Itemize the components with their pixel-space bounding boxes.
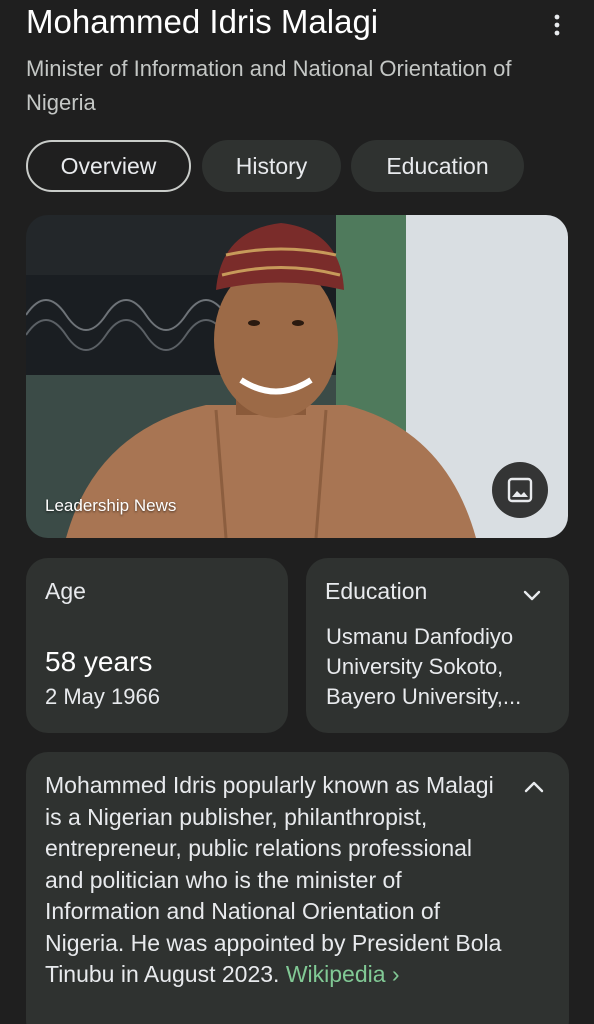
wikipedia-link[interactable]: Wikipedia › bbox=[286, 961, 400, 987]
description-text: Mohammed Idris popularly known as Malagi… bbox=[45, 770, 515, 991]
tab-history[interactable]: History bbox=[202, 140, 341, 192]
tab-overview[interactable]: Overview bbox=[26, 140, 191, 192]
education-value: Usmanu Danfodiyo University Sokoto, Baye… bbox=[326, 624, 522, 709]
tab-history-label: History bbox=[235, 152, 308, 179]
portrait-image bbox=[26, 215, 568, 538]
birth-date: 2 May 1966 bbox=[45, 684, 160, 709]
image-icon bbox=[507, 477, 533, 503]
more-vert-icon bbox=[554, 14, 560, 36]
education-label: Education bbox=[325, 578, 428, 604]
more-options-button[interactable] bbox=[540, 8, 574, 42]
age-label: Age bbox=[45, 578, 86, 604]
image-source-label: Leadership News bbox=[45, 496, 177, 515]
page-subtitle: Minister of Information and National Ori… bbox=[26, 56, 512, 115]
profile-photo[interactable]: Leadership News bbox=[26, 215, 568, 538]
chevron-down-icon bbox=[523, 590, 541, 601]
tab-overview-label: Overview bbox=[60, 152, 157, 179]
tab-education-label: Education bbox=[386, 152, 489, 179]
age-value: 58 years bbox=[45, 646, 153, 677]
chevron-up-icon[interactable] bbox=[521, 774, 547, 800]
knowledge-panel: Mohammed Idris Malagi Minister of Inform… bbox=[0, 0, 594, 1024]
education-card[interactable]: Education Usmanu Danfodiyo University So… bbox=[306, 558, 569, 733]
tab-education[interactable]: Education bbox=[351, 140, 524, 192]
view-images-button[interactable] bbox=[492, 462, 548, 518]
description-body: Mohammed Idris popularly known as Malagi… bbox=[45, 772, 502, 987]
age-card: Age 58 years 2 May 1966 bbox=[26, 558, 288, 733]
page-title: Mohammed Idris Malagi bbox=[26, 3, 379, 40]
description-card: Mohammed Idris popularly known as Malagi… bbox=[26, 752, 569, 1024]
